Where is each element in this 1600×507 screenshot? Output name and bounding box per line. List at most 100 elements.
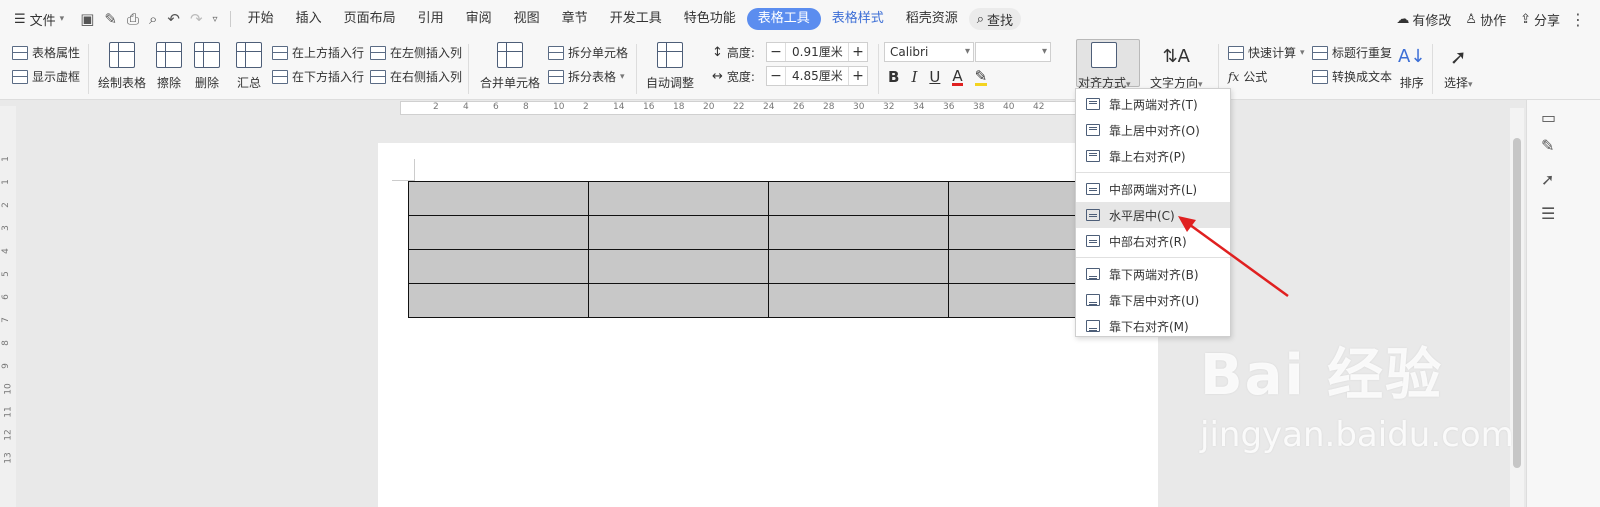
tab-references[interactable]: 引用 bbox=[407, 8, 455, 30]
vertical-ruler[interactable]: 1 1 2 3 4 5 6 7 8 9 10 11 12 13 bbox=[0, 106, 16, 507]
table-cell[interactable] bbox=[408, 249, 589, 284]
table-cell[interactable] bbox=[408, 283, 589, 318]
formula-label: 公式 bbox=[1243, 70, 1268, 84]
italic-icon[interactable]: I bbox=[911, 68, 917, 86]
split-table-button[interactable]: 拆分表格 ▾ bbox=[548, 68, 625, 85]
erase-button[interactable]: 擦除 bbox=[156, 42, 182, 91]
table-cell[interactable] bbox=[588, 215, 769, 250]
table-cell[interactable] bbox=[588, 181, 769, 216]
format-buttons: B I U A ✎ bbox=[888, 68, 988, 86]
align-option[interactable]: 靠上两端对齐(T) bbox=[1076, 91, 1230, 117]
edit-icon[interactable]: ✎ bbox=[1541, 136, 1554, 155]
insert-below-label: 在下方插入行 bbox=[292, 70, 365, 84]
tab-features[interactable]: 特色功能 bbox=[673, 8, 747, 30]
height-stepper[interactable]: −0.91厘米 + bbox=[766, 42, 868, 62]
height-value[interactable]: 0.91厘米 bbox=[785, 43, 849, 61]
split-table-icon bbox=[548, 69, 564, 84]
table-cell[interactable] bbox=[408, 181, 589, 216]
insert-right-button[interactable]: 在右侧插入列 bbox=[370, 68, 462, 85]
table-cell[interactable] bbox=[768, 181, 949, 216]
autofit-icon bbox=[657, 42, 683, 68]
horizontal-ruler[interactable]: 2 4 6 8 10 2 14 16 18 20 22 24 26 28 30 32 34 36 38 40 42 bbox=[400, 101, 1080, 115]
font-name-select[interactable]: Calibri bbox=[884, 42, 974, 62]
repeat-header-button[interactable]: 标题行重复 bbox=[1312, 44, 1392, 61]
table-cell[interactable] bbox=[588, 249, 769, 284]
width-stepper[interactable]: −4.85厘米 + bbox=[766, 66, 868, 86]
insert-left-label: 在左侧插入列 bbox=[390, 46, 463, 60]
align-button[interactable]: 对齐方式▾ bbox=[1078, 42, 1131, 91]
collab-button[interactable]: ♙ 协作 bbox=[1465, 10, 1506, 29]
redo-icon[interactable]: ↷ bbox=[190, 10, 203, 28]
select-button[interactable]: ➚ 选择▾ bbox=[1444, 42, 1473, 91]
width-value[interactable]: 4.85厘米 bbox=[785, 67, 849, 85]
align-option[interactable]: 靠上居中对齐(O) bbox=[1076, 117, 1230, 143]
minus-icon[interactable]: − bbox=[767, 44, 785, 60]
minus-icon[interactable]: − bbox=[767, 68, 785, 84]
font-color-icon[interactable]: A bbox=[952, 68, 963, 86]
plus-icon[interactable]: + bbox=[849, 68, 867, 84]
delete-button[interactable]: 删除 bbox=[194, 42, 220, 91]
search-button[interactable]: ⌕ 查找 bbox=[968, 8, 1022, 30]
tab-layout[interactable]: 页面布局 bbox=[333, 8, 407, 30]
table-cell[interactable] bbox=[408, 215, 589, 250]
align-option[interactable]: 靠上右对齐(P) bbox=[1076, 143, 1230, 169]
autofit-button[interactable]: 自动调整 bbox=[646, 42, 694, 91]
insert-left-button[interactable]: 在左侧插入列 bbox=[370, 44, 462, 61]
panel-collapse-icon[interactable]: ▭ bbox=[1541, 108, 1556, 127]
save-icon[interactable]: ▣ bbox=[80, 10, 94, 28]
print-icon[interactable]: ⎙ bbox=[127, 10, 139, 28]
tab-table-style[interactable]: 表格样式 bbox=[821, 8, 895, 30]
text-direction-button[interactable]: ⇅A 文字方向▾ bbox=[1150, 42, 1203, 91]
ruler-tick-label: 5 bbox=[0, 271, 11, 277]
more-options-icon[interactable]: ⋮ bbox=[1570, 10, 1586, 29]
table-cell[interactable] bbox=[588, 283, 769, 318]
highlight-icon[interactable]: ✎ bbox=[974, 68, 988, 86]
font-size-select[interactable] bbox=[975, 42, 1051, 62]
tab-developer[interactable]: 开发工具 bbox=[599, 8, 673, 30]
select-label-text: 选择 bbox=[1444, 76, 1469, 90]
split-cells-button[interactable]: 拆分单元格 bbox=[548, 44, 628, 61]
show-gridlines-button[interactable]: 显示虚框 bbox=[12, 68, 80, 85]
undo-icon[interactable]: ↶ bbox=[167, 10, 180, 28]
insert-below-button[interactable]: 在下方插入行 bbox=[272, 68, 364, 85]
pointer-icon[interactable]: ➚ bbox=[1541, 170, 1554, 189]
table-cell[interactable] bbox=[768, 283, 949, 318]
insert-above-button[interactable]: 在上方插入行 bbox=[272, 44, 364, 61]
quick-access-toolbar: ▣ ✎ ⎙ ⌕ ↶ ↷ ▿ bbox=[74, 10, 223, 28]
collab-label: 协作 bbox=[1480, 13, 1507, 29]
insert-col-right-icon bbox=[370, 69, 386, 84]
split-table-label: 拆分表格 bbox=[568, 70, 617, 84]
tab-sections[interactable]: 章节 bbox=[551, 8, 599, 30]
settings-sliders-icon[interactable]: ☰ bbox=[1541, 204, 1555, 223]
tab-view[interactable]: 视图 bbox=[503, 8, 551, 30]
modified-button[interactable]: ☁ 有修改 bbox=[1396, 10, 1451, 29]
sort-button[interactable]: A↓ 排序 bbox=[1398, 42, 1425, 91]
scrollbar-thumb[interactable] bbox=[1513, 138, 1521, 468]
alignment-icon bbox=[1086, 183, 1100, 195]
file-menu[interactable]: ☰ 文件 ▾ bbox=[0, 10, 74, 29]
table-cell[interactable] bbox=[768, 215, 949, 250]
format-painter-icon[interactable]: ✎ bbox=[104, 10, 117, 28]
plus-icon[interactable]: + bbox=[849, 44, 867, 60]
formula-button[interactable]: fx 公式 bbox=[1228, 68, 1267, 85]
tab-insert[interactable]: 插入 bbox=[285, 8, 333, 30]
draw-table-button[interactable]: 绘制表格 bbox=[98, 42, 146, 91]
merge-cells-button[interactable]: 合并单元格 bbox=[480, 42, 540, 91]
tab-table-tools[interactable]: 表格工具 bbox=[746, 8, 821, 30]
align-option[interactable]: 中部两端对齐(L) bbox=[1076, 176, 1230, 202]
table-row bbox=[408, 283, 1129, 318]
summary-button[interactable]: 汇总 bbox=[236, 42, 262, 91]
bold-icon[interactable]: B bbox=[888, 68, 899, 86]
document-table[interactable] bbox=[408, 181, 1129, 318]
tab-home[interactable]: 开始 bbox=[237, 8, 285, 30]
to-text-button[interactable]: 转换成文本 bbox=[1312, 68, 1392, 85]
more-icon[interactable]: ▿ bbox=[213, 14, 218, 25]
underline-icon[interactable]: U bbox=[929, 68, 940, 86]
table-cell[interactable] bbox=[768, 249, 949, 284]
share-button[interactable]: ⇪ 分享 bbox=[1520, 10, 1560, 29]
tab-review[interactable]: 审阅 bbox=[455, 8, 503, 30]
table-props-button[interactable]: 表格属性 bbox=[12, 44, 80, 61]
quick-calc-button[interactable]: 快速计算 ▾ bbox=[1228, 44, 1305, 61]
print-preview-icon[interactable]: ⌕ bbox=[149, 10, 157, 28]
tab-docer[interactable]: 稻壳资源 bbox=[895, 8, 969, 30]
